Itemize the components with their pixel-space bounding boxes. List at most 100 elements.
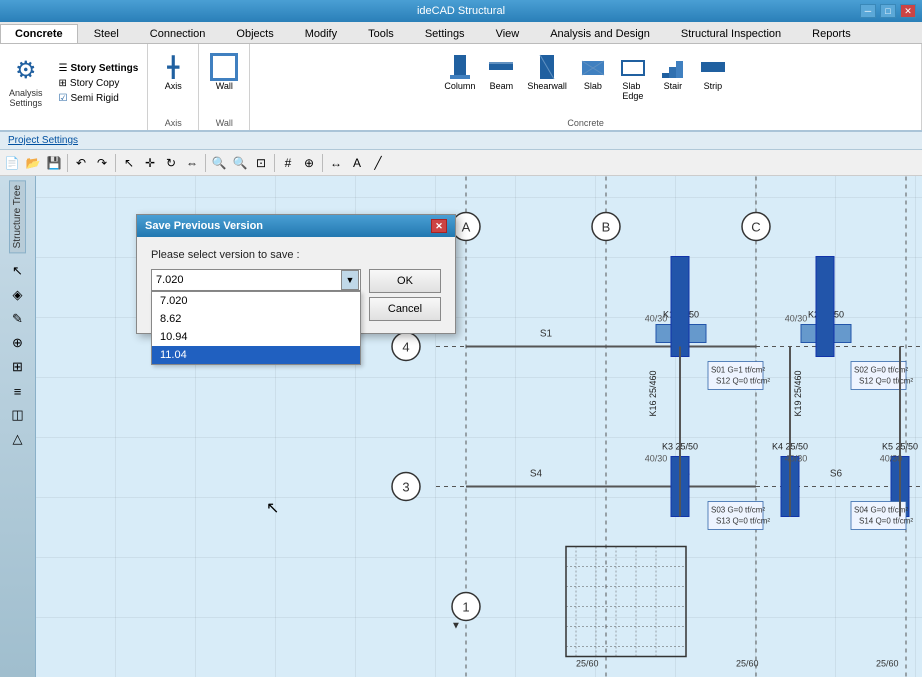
grid-button[interactable]: # [278,153,298,173]
version-display[interactable]: 7.020 [151,269,361,291]
strip-label: Strip [704,81,723,91]
ribbon-group-concrete: Column Beam Shearwall Slab [250,44,922,130]
stair-label: Stair [664,81,683,91]
open-button[interactable]: 📂 [23,153,43,173]
dialog-close-button[interactable]: ✕ [431,219,447,233]
slab-label: Slab [584,81,602,91]
ribbon-tabs: Concrete Steel Connection Objects Modify… [0,22,922,44]
tab-objects[interactable]: Objects [221,24,288,43]
main-area: Structure Tree ↖ ◈ ✎ ⊕ ⊞ ≡ ◫ △ A [0,176,922,677]
slab-edge-button[interactable]: SlabEdge [614,50,652,104]
dialog-left-section: 7.020 ▼ 7.020 8.62 10.94 11.04 [151,269,361,301]
story-controls: ☰ Story Settings ⊞ Story Copy ☑ Semi Rig… [52,44,148,130]
story-copy-label: Story Copy [70,78,119,89]
version-option-1[interactable]: 7.020 [152,292,360,310]
minimize-button[interactable]: ─ [860,4,876,18]
dialog-title-bar: Save Previous Version ✕ [137,215,455,237]
rotate-button[interactable]: ↻ [161,153,181,173]
snap-button[interactable]: ⊕ [299,153,319,173]
toolbar-sep-1 [67,154,68,172]
shearwall-label: Shearwall [527,81,567,91]
dialog-body: Please select version to save : 7.020 ▼ … [137,237,455,333]
sidebar-tool-6[interactable]: ≡ [4,379,32,403]
tab-connection[interactable]: Connection [135,24,221,43]
redo-button[interactable]: ↷ [92,153,112,173]
tab-tools[interactable]: Tools [353,24,409,43]
save-version-dialog: Save Previous Version ✕ Please select ve… [136,214,456,334]
dimension-button[interactable]: ↔ [326,153,346,173]
toolbar-sep-2 [115,154,116,172]
checkbox-icon: ☑ [59,93,68,104]
sidebar-tool-7[interactable]: ◫ [4,403,32,427]
axis-button[interactable]: ╋ Axis [154,50,192,94]
version-option-4[interactable]: 11.04 [152,346,360,364]
stair-button[interactable]: Stair [654,50,692,94]
tab-analysis[interactable]: Analysis and Design [535,24,665,43]
dialog-content-row: 7.020 ▼ 7.020 8.62 10.94 11.04 [151,269,441,321]
story-list-button[interactable]: ☰ Story Settings [54,61,144,76]
tab-view[interactable]: View [481,24,535,43]
shearwall-button[interactable]: Shearwall [522,50,572,94]
sidebar-tool-2[interactable]: ◈ [4,283,32,307]
undo-button[interactable]: ↶ [71,153,91,173]
wall-icon [210,53,238,81]
group-label-concrete: Concrete [250,118,921,128]
version-dropdown-list: 7.020 8.62 10.94 11.04 [151,291,361,365]
slab-edge-label: SlabEdge [622,81,643,101]
beam-icon [487,53,515,81]
tab-steel[interactable]: Steel [79,24,134,43]
wall-button[interactable]: Wall [205,50,243,94]
stair-icon [659,53,687,81]
select-button[interactable]: ↖ [119,153,139,173]
zoom-in-button[interactable]: 🔍 [209,153,229,173]
cancel-button[interactable]: Cancel [369,297,441,321]
beam-button[interactable]: Beam [482,50,520,94]
dropdown-arrow[interactable]: ▼ [341,270,359,290]
analysis-settings-button[interactable]: ⚙ AnalysisSettings [0,44,52,130]
sidebar-tools: ↖ ◈ ✎ ⊕ ⊞ ≡ ◫ △ [4,259,32,451]
concrete-items: Column Beam Shearwall Slab [437,46,734,118]
tab-reports[interactable]: Reports [797,24,866,43]
maximize-button[interactable]: □ [880,4,896,18]
shearwall-icon [533,53,561,81]
ribbon-group-axis: ╋ Axis Axis [148,44,199,130]
mirror-button[interactable]: ⇔ [182,153,202,173]
structure-tree-label[interactable]: Structure Tree [9,180,26,253]
column-button[interactable]: Column [439,50,480,94]
tab-concrete[interactable]: Concrete [0,24,78,43]
sidebar-tool-4[interactable]: ⊕ [4,331,32,355]
story-copy-button[interactable]: ⊞ Story Copy [54,76,144,91]
zoom-fit-button[interactable]: ⊡ [251,153,271,173]
strip-button[interactable]: Strip [694,50,732,94]
dialog-buttons: OK Cancel [369,269,441,321]
line-button[interactable]: ╱ [368,153,388,173]
slab-button[interactable]: Slab [574,50,612,94]
ribbon-group-wall: Wall Wall [199,44,250,130]
text-button[interactable]: A [347,153,367,173]
version-option-3[interactable]: 10.94 [152,328,360,346]
tab-settings[interactable]: Settings [410,24,480,43]
group-label-axis: Axis [148,118,198,128]
sidebar-tool-3[interactable]: ✎ [4,307,32,331]
tab-modify[interactable]: Modify [290,24,352,43]
canvas-area[interactable]: A B C 4 3 1 ▼ S1 S2 S4 S5 S6 K1 [36,176,922,677]
ribbon-group-analysis: ⚙ AnalysisSettings ☰ Story Settings ⊞ St… [0,44,148,130]
dialog-title-text: Save Previous Version [145,220,263,232]
ok-button[interactable]: OK [369,269,441,293]
sidebar-tool-5[interactable]: ⊞ [4,355,32,379]
mouse-cursor: ↖ [266,498,279,518]
new-button[interactable]: 📄 [2,153,22,173]
save-button[interactable]: 💾 [44,153,64,173]
semi-rigid-checkbox[interactable]: ☑ Semi Rigid [54,91,144,106]
column-label: Column [444,81,475,91]
toolbar-sep-3 [205,154,206,172]
version-option-2[interactable]: 8.62 [152,310,360,328]
tab-inspection[interactable]: Structural Inspection [666,24,796,43]
zoom-out-button[interactable]: 🔍 [230,153,250,173]
sidebar-tool-8[interactable]: △ [4,427,32,451]
sidebar-tool-1[interactable]: ↖ [4,259,32,283]
close-button[interactable]: ✕ [900,4,916,18]
toolbar-sep-4 [274,154,275,172]
wall-items: Wall [203,46,245,108]
move-button[interactable]: ✛ [140,153,160,173]
